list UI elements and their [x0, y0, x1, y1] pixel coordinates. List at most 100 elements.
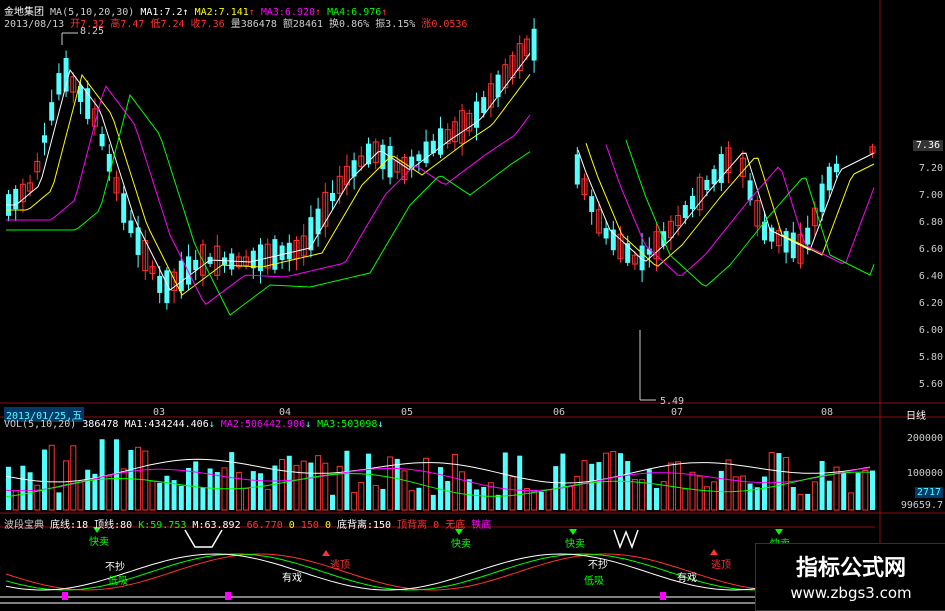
- signal-no-buy: 不抄: [588, 560, 608, 571]
- candle-body: [805, 227, 811, 245]
- signal-has-play: 有戏: [677, 573, 697, 584]
- candle-body: [481, 97, 487, 114]
- volume-bar: [394, 458, 400, 510]
- volume-bar: [214, 472, 220, 510]
- volume-bar: [243, 487, 250, 511]
- candle-body: [186, 256, 191, 285]
- volume-bar: [315, 455, 322, 511]
- volume-bar: [574, 475, 581, 511]
- price-axis-label: 7.00: [918, 190, 943, 201]
- volume-bar: [509, 476, 516, 511]
- volume-axis-label: 200000: [906, 433, 943, 444]
- price-axis-label: 6.80: [918, 217, 943, 228]
- x-axis-month: 03: [153, 407, 166, 418]
- volume-bar: [762, 476, 767, 510]
- top-divergence: 顶背离 0: [397, 520, 440, 531]
- indicator-panel-header: 波段宝典 底线:18 顶线:80 K:59.753 M:63.892 66.77…: [4, 516, 491, 531]
- watermark-url: www.zbgs3.com: [790, 584, 912, 602]
- volume-bar: [70, 445, 77, 511]
- volume-tag-2: 99659.7: [900, 500, 943, 511]
- candle-body: [56, 73, 62, 95]
- candle-body: [589, 196, 595, 213]
- escape-arrow: [710, 549, 718, 555]
- site-watermark: 指标公式网 www.zbgs3.com: [755, 543, 945, 611]
- volume-header: VOL(5,10,20) 386478 MA1:434244.406↓ MA2:…: [4, 419, 384, 430]
- candle-body: [135, 227, 141, 255]
- iron-bottom-marker: [225, 592, 231, 600]
- volume-bar: [610, 450, 617, 511]
- high-marker: 8.25: [80, 26, 105, 37]
- volume-bar: [258, 473, 263, 510]
- top-line: 顶线:80: [94, 520, 133, 531]
- masked-region: [533, 0, 878, 140]
- volume-bar: [711, 481, 718, 511]
- candle-body: [783, 231, 789, 253]
- volume-bar: [855, 472, 861, 510]
- volume-bar: [200, 487, 206, 510]
- v3-value: 150: [300, 520, 319, 531]
- volume-bar: [42, 449, 47, 510]
- volume-bar: [560, 453, 566, 510]
- volume-bar: [495, 494, 501, 510]
- signal-no-buy: 不抄: [105, 562, 125, 573]
- period-selector[interactable]: 日线: [906, 407, 926, 422]
- volume-bar: [682, 488, 689, 511]
- candle-body: [711, 169, 717, 185]
- candle-body: [416, 154, 422, 162]
- price-axis-label: 6.60: [918, 244, 943, 255]
- candle-body: [193, 259, 199, 271]
- volume-bar: [380, 488, 386, 510]
- price-axis-label: 7.20: [918, 163, 943, 174]
- volume-bar: [696, 475, 703, 511]
- signal-quick-sell: 快卖: [89, 537, 109, 548]
- volume-bar: [423, 457, 430, 511]
- volume-bar: [120, 468, 127, 511]
- candle-body: [13, 188, 19, 210]
- volume-bar: [193, 461, 199, 510]
- volume-bar: [322, 462, 329, 511]
- x-axis-month: 06: [553, 407, 566, 418]
- signal-quick-sell: 快卖: [451, 539, 471, 550]
- candle-body: [790, 232, 796, 259]
- candle-body: [438, 128, 443, 155]
- price-axis-label: 6.00: [918, 325, 943, 336]
- volume-bar: [445, 481, 451, 510]
- candle-body: [286, 242, 292, 260]
- v4-value: 0: [324, 520, 331, 531]
- v1-value: 66.770: [246, 520, 283, 531]
- volume-bar: [459, 471, 466, 511]
- candle-body: [272, 239, 278, 270]
- volume-bar: [308, 462, 314, 510]
- quote-volume: 量386478: [230, 19, 277, 30]
- iron-bottom-marker: [660, 592, 666, 600]
- volume-bar: [754, 487, 760, 510]
- candle-body: [704, 179, 710, 190]
- volume-bar: [264, 488, 271, 511]
- volume-bar: [631, 479, 638, 511]
- volume-bar: [797, 493, 804, 511]
- iron-bottom-marker: [62, 592, 68, 600]
- candle-body: [157, 275, 163, 293]
- signal-low-buy: 低吸: [584, 576, 604, 587]
- volume-bar: [718, 470, 724, 510]
- volume-bar: [401, 470, 408, 511]
- volume-bar: [870, 470, 875, 510]
- candle-body: [250, 250, 256, 269]
- escape-arrow: [322, 550, 330, 556]
- volume-bar: [12, 490, 19, 511]
- quote-turnover: 换0.86%: [329, 19, 370, 30]
- volume-bar: [639, 479, 646, 511]
- price-axis-label: 5.60: [918, 379, 943, 390]
- volume-bar: [358, 481, 365, 511]
- watermark-title: 指标公式网: [795, 556, 906, 581]
- volume-bar: [157, 482, 163, 510]
- volume-bar: [481, 486, 487, 510]
- volume-bar: [625, 461, 631, 510]
- volume-bar: [99, 439, 105, 510]
- volume-bar: [474, 489, 479, 510]
- volume-bar: [841, 473, 847, 510]
- volume-bar: [171, 480, 177, 510]
- volume-bar: [372, 484, 379, 511]
- volume-bar: [250, 471, 256, 510]
- oscillator-line: [5, 553, 872, 591]
